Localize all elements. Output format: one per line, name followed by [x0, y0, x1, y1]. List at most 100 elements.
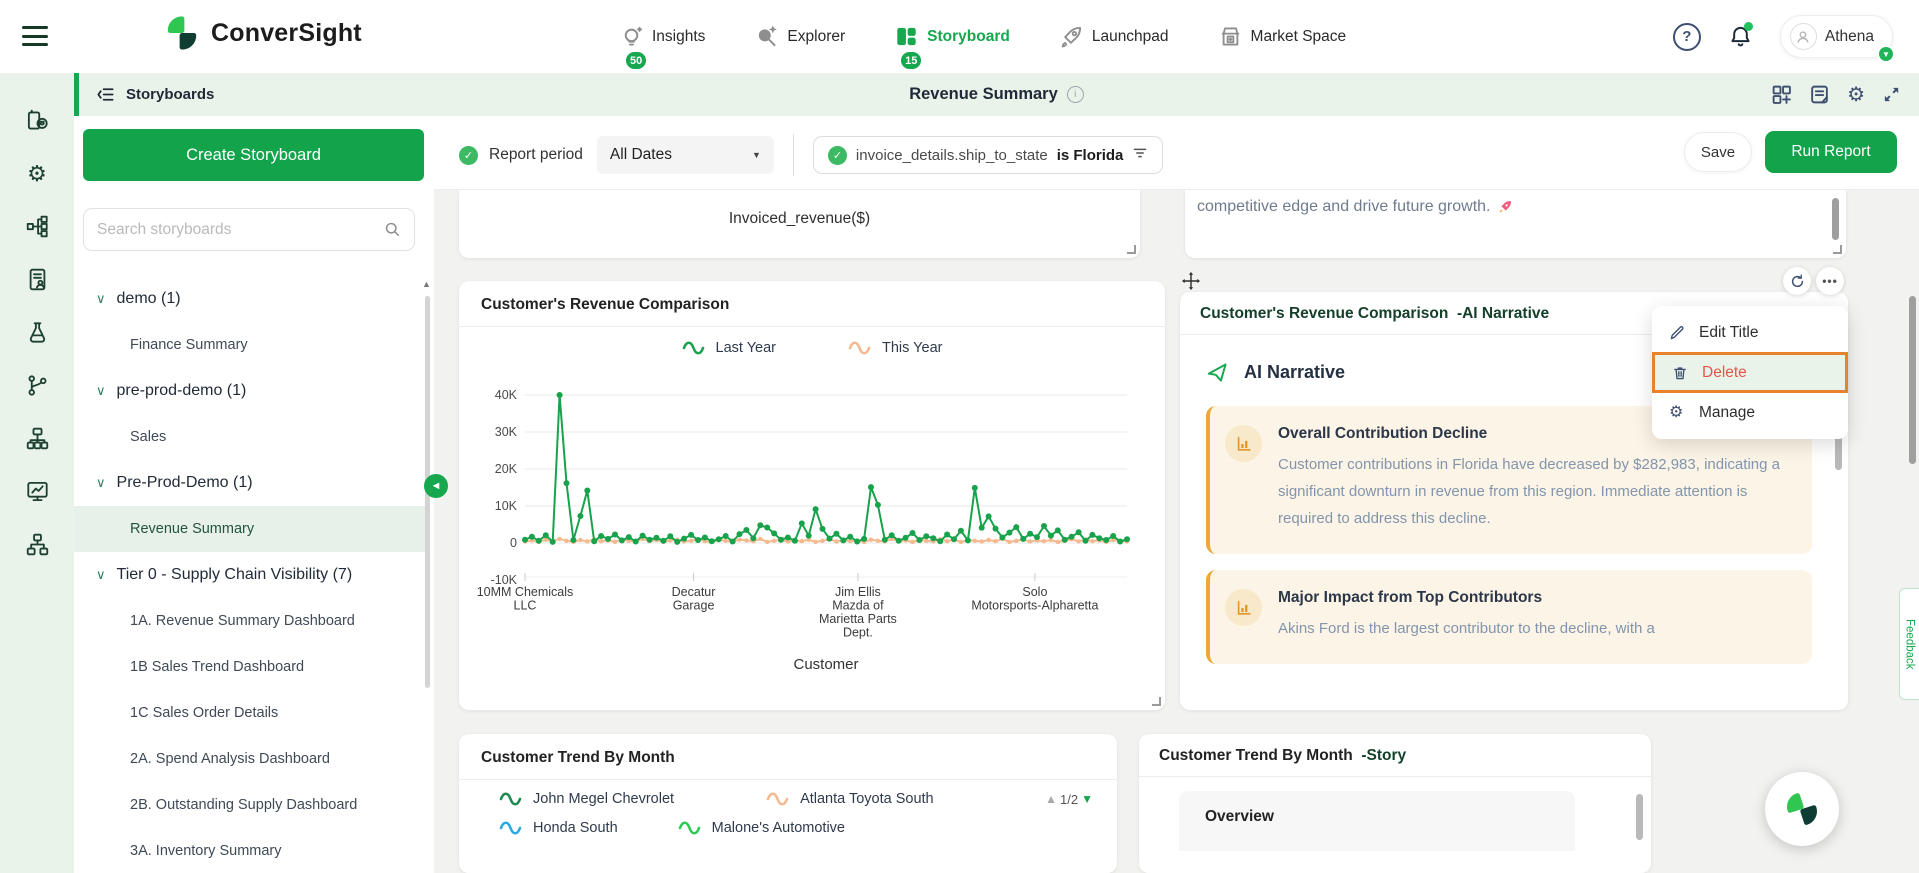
notifications-bell-icon[interactable]	[1729, 25, 1752, 48]
chart-title: Customer's Revenue Comparison	[459, 281, 1165, 326]
report-period-checkbox[interactable]: ✓	[459, 146, 478, 165]
chevron-down-icon[interactable]: ∨	[96, 291, 106, 307]
legend-honda-south[interactable]: Honda South	[499, 820, 618, 836]
add-widget-icon[interactable]	[1771, 84, 1792, 105]
date-range-dropdown[interactable]: All Dates ▼	[597, 136, 774, 174]
menu-item-delete[interactable]: Delete	[1652, 352, 1848, 393]
main-nav: Insights 50 Explorer Storyboard 15	[620, 0, 1346, 73]
customer-trend-card[interactable]: Customer Trend By Month John Megel Chevr…	[459, 734, 1117, 873]
run-report-button[interactable]: Run Report	[1765, 131, 1897, 173]
settings-icon[interactable]: ⚙	[1847, 85, 1865, 105]
workflow-icon[interactable]	[26, 533, 49, 556]
funnel-icon[interactable]	[1132, 145, 1148, 166]
state-filter-chip[interactable]: ✓ invoice_details.ship_to_state is Flori…	[813, 136, 1163, 174]
legend-malone-s-automotive[interactable]: Malone's Automotive	[678, 820, 845, 836]
sidebar-item-2b-outstanding-supply-dashboard[interactable]: 2B. Outstanding Supply Dashboard	[74, 782, 426, 828]
narrative-card-partial[interactable]: competitive edge and drive future growth…	[1185, 190, 1846, 258]
trend-story-card[interactable]: Customer Trend By Month -Story Overview	[1139, 734, 1651, 873]
create-storyboard-button[interactable]: Create Storyboard	[83, 129, 424, 181]
save-button[interactable]: Save	[1684, 132, 1752, 172]
sidebar-item-finance-summary[interactable]: Finance Summary	[74, 322, 426, 368]
menu-item-manage[interactable]: ⚙Manage	[1652, 393, 1848, 432]
report-review-icon[interactable]	[26, 109, 49, 132]
scroll-up-icon[interactable]: ▲	[422, 279, 431, 289]
git-branch-icon[interactable]	[26, 374, 49, 397]
sidebar-item-revenue-summary[interactable]: Revenue Summary	[74, 506, 426, 552]
storyboard-badge: 15	[899, 50, 923, 71]
sidebar-item-1a-revenue-summary-dashboard[interactable]: 1A. Revenue Summary Dashboard	[74, 598, 426, 644]
move-widget-icon[interactable]	[1182, 272, 1200, 295]
sidebar-item-label: Finance Summary	[130, 337, 248, 353]
wave-icon	[678, 821, 702, 835]
search-icon[interactable]	[384, 221, 401, 238]
card-scrollbar[interactable]	[1636, 794, 1643, 840]
sidebar-item-demo-1[interactable]: ∨demo (1)	[74, 276, 426, 322]
date-range-value: All Dates	[610, 146, 752, 164]
search-input[interactable]	[97, 221, 384, 239]
sidebar-item-tier-0-supply-chain-visibility-7[interactable]: ∨Tier 0 - Supply Chain Visibility (7)	[74, 552, 426, 598]
svg-text:30K: 30K	[495, 425, 518, 439]
resize-handle[interactable]	[1127, 245, 1136, 254]
nav-storyboard[interactable]: Storyboard 15	[895, 25, 1010, 48]
filter-checkbox[interactable]: ✓	[828, 146, 847, 165]
resize-handle[interactable]	[1833, 245, 1842, 254]
page-titlebar: Storyboards Revenue Summary i ⚙	[74, 73, 1919, 116]
performance-chart-icon[interactable]	[26, 480, 49, 503]
conversight-bubble-icon	[1778, 785, 1826, 833]
sidebar-item-label: pre-prod-demo (1)	[117, 382, 247, 400]
sidebar-item-label: 1B Sales Trend Dashboard	[130, 659, 304, 675]
sidebar-collapse-handle[interactable]: ◄	[424, 474, 448, 498]
expand-icon[interactable]	[1882, 85, 1901, 104]
wave-icon	[499, 821, 523, 835]
nav-market-space[interactable]: Market Space	[1219, 25, 1347, 48]
nav-launchpad[interactable]: Launchpad	[1060, 25, 1169, 48]
experiment-flask-icon[interactable]	[26, 321, 49, 344]
refresh-widget-icon[interactable]	[1783, 267, 1811, 295]
sidebar-item-pre-prod-demo-1[interactable]: ∨ pre-prod-demo (1)	[74, 368, 426, 414]
invoiced-revenue-card-partial[interactable]: Invoiced_revenue($)	[459, 190, 1140, 258]
pager-down-icon[interactable]: ▼	[1081, 792, 1093, 806]
more-options-icon[interactable]: •••	[1816, 267, 1844, 295]
sidebar-item-2a-spend-analysis-dashboard[interactable]: 2A. Spend Analysis Dashboard	[74, 736, 426, 782]
sidebar-item-1c-sales-order-details[interactable]: 1C Sales Order Details	[74, 690, 426, 736]
invoiced-revenue-axis-label: Invoiced_revenue($)	[459, 210, 1140, 228]
sidebar-item-1b-sales-trend-dashboard[interactable]: 1B Sales Trend Dashboard	[74, 644, 426, 690]
feedback-tab[interactable]: Feedback	[1899, 588, 1919, 700]
storyboards-sidebar: Create Storyboard ∨demo (1) Finance Summa…	[74, 116, 434, 873]
hierarchy-nodes-icon[interactable]	[26, 215, 49, 238]
card-scrollbar[interactable]	[1832, 198, 1839, 240]
svg-text:Jim Ellis: Jim Ellis	[835, 585, 881, 599]
document-user-icon[interactable]	[26, 268, 49, 291]
legend-atlanta-toyota-south[interactable]: Atlanta Toyota South	[766, 791, 934, 807]
sidebar-item-pre-prod-demo-1[interactable]: ∨Pre-Prod-Demo (1)	[74, 460, 426, 506]
resize-handle[interactable]	[1152, 697, 1161, 706]
sidebar-item-sales[interactable]: Sales	[74, 414, 426, 460]
notes-icon[interactable]	[1809, 84, 1830, 105]
help-icon[interactable]: ?	[1673, 23, 1701, 51]
chevron-down-icon[interactable]: ∨	[96, 475, 106, 491]
legend-last-year[interactable]: Last Year	[682, 340, 776, 356]
chevron-down-icon[interactable]: ∨	[96, 383, 106, 399]
nav-insights[interactable]: Insights 50	[620, 25, 705, 48]
org-chart-icon[interactable]	[26, 427, 49, 450]
chevron-down-icon[interactable]: ∨	[96, 567, 106, 583]
settings-gear-icon[interactable]: ⚙	[26, 162, 49, 185]
menu-item-edit-title[interactable]: Edit Title	[1652, 313, 1848, 352]
main-scrollbar[interactable]	[1909, 296, 1916, 464]
sidebar-item-3a-inventory-summary[interactable]: 3A. Inventory Summary	[74, 828, 426, 873]
hamburger-menu-icon[interactable]	[22, 26, 48, 46]
legend-this-year[interactable]: This Year	[848, 340, 942, 356]
conversight-logo[interactable]: ConverSight	[163, 14, 362, 52]
info-icon[interactable]: i	[1067, 86, 1084, 103]
sidebar-item-label: 2B. Outstanding Supply Dashboard	[130, 797, 357, 813]
narrative-heading: Major Impact from Top Contributors	[1278, 589, 1788, 607]
nav-explorer[interactable]: Explorer	[755, 25, 845, 48]
sidebar-item-label: 2A. Spend Analysis Dashboard	[130, 751, 330, 767]
legend-john-megel-chevrolet[interactable]: John Megel Chevrolet	[499, 791, 674, 807]
user-menu[interactable]: Athena ▼	[1780, 15, 1893, 58]
revenue-comparison-card[interactable]: Customer's Revenue Comparison Last Year …	[459, 281, 1165, 710]
chart-legend: Last Year This Year	[459, 340, 1165, 356]
assistant-bubble[interactable]	[1765, 772, 1839, 846]
pager-up-icon[interactable]: ▲	[1045, 792, 1057, 806]
divider	[793, 134, 794, 176]
